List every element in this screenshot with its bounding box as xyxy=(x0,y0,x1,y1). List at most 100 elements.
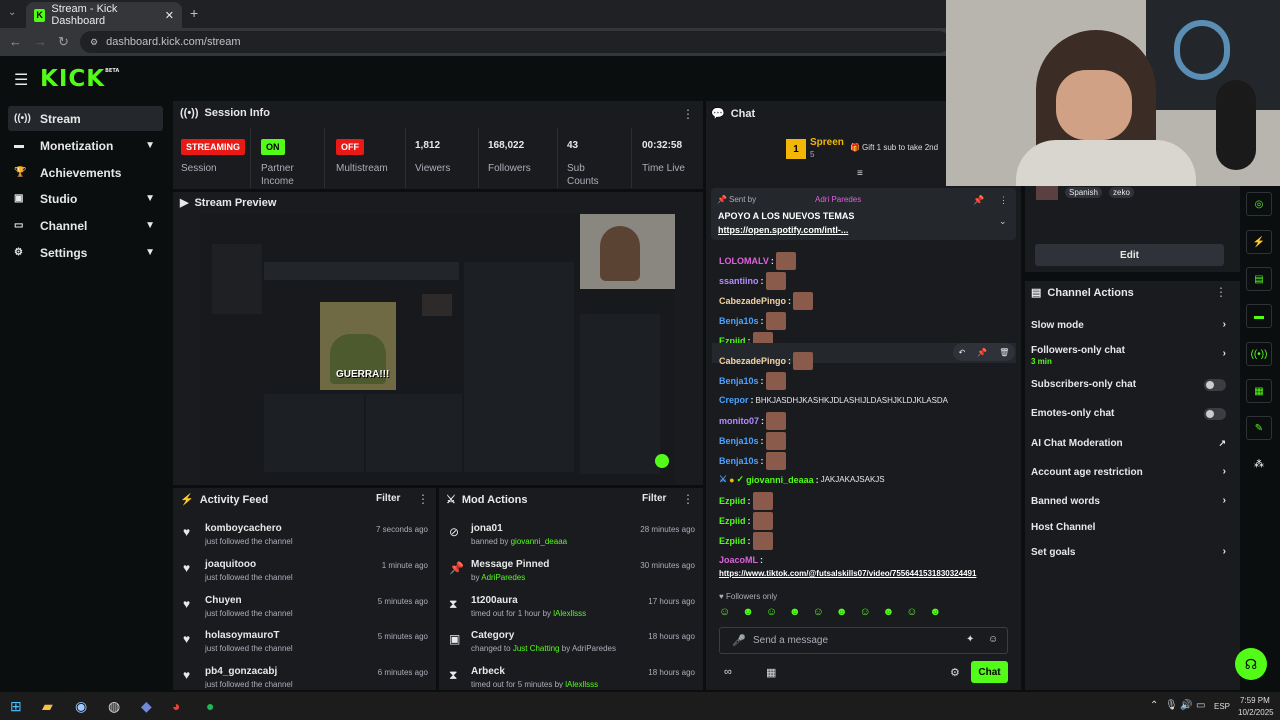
chat-username[interactable]: monito07 xyxy=(719,416,759,426)
rail-focus-icon[interactable]: ◎ xyxy=(1246,192,1272,216)
emote-icon[interactable]: ☻ xyxy=(883,606,895,620)
mod-actor[interactable]: lAlexllsss xyxy=(553,609,586,618)
emote-icon[interactable]: ☺ xyxy=(813,606,824,620)
tray-date[interactable]: 10/2/2025 xyxy=(1238,708,1274,717)
mod-target[interactable]: jona01 xyxy=(471,523,503,534)
chat-username[interactable]: Ezpiid xyxy=(719,516,746,526)
tray-volume-icon[interactable]: 🔊 xyxy=(1180,700,1192,711)
unpin-icon[interactable]: 📌 xyxy=(973,195,984,206)
chat-username[interactable]: JoacoML xyxy=(719,555,758,565)
action-host-channel[interactable]: Host Channel xyxy=(1031,522,1226,536)
channel-actions-more-icon[interactable]: ⋮ xyxy=(1215,285,1227,299)
edit-button[interactable]: Edit xyxy=(1035,244,1224,266)
microphone-icon[interactable]: 🎤 xyxy=(732,634,746,647)
chat-message[interactable]: Ezpiid: xyxy=(719,512,773,530)
pinned-link[interactable]: https://open.spotify.com/intl-... xyxy=(718,225,848,235)
rail-chat-icon[interactable]: ▬ xyxy=(1246,304,1272,328)
activity-more-icon[interactable]: ⋮ xyxy=(417,492,429,506)
chevron-down-icon[interactable]: ⌄ xyxy=(999,216,1007,227)
sidebar-item-stream[interactable]: ((•)) Stream xyxy=(8,106,163,131)
tray-mic-icon[interactable]: 🎙 xyxy=(1165,700,1178,711)
tray-language[interactable]: ESP xyxy=(1214,702,1230,711)
chat-username[interactable]: giovanni_deaaa xyxy=(746,475,814,485)
chat-username[interactable]: Benja10s xyxy=(719,456,759,466)
chat-username[interactable]: ssantiino xyxy=(719,276,759,286)
chat-message[interactable]: Benja10s: xyxy=(719,452,786,470)
support-headset-icon[interactable]: ☊ xyxy=(1235,648,1267,680)
chat-username[interactable]: Benja10s xyxy=(719,316,759,326)
chat-message[interactable]: Ezpiid: xyxy=(719,492,773,510)
emote-icon[interactable]: ☺ xyxy=(766,606,777,620)
chat-message[interactable]: CabezadePingo: xyxy=(719,352,814,370)
stream-preview-video[interactable]: GUERRA!!! xyxy=(200,214,675,484)
tray-network-icon[interactable]: ▭ xyxy=(1196,700,1205,711)
rail-dots-icon[interactable]: ⁂ xyxy=(1254,459,1264,470)
action-emotes-only[interactable]: Emotes-only chat xyxy=(1031,408,1226,422)
sidebar-item-studio[interactable]: ▣ Studio ▼ xyxy=(8,186,163,211)
chat-message[interactable]: Benja10s: xyxy=(719,432,786,450)
chrome-icon[interactable]: ◕ xyxy=(172,698,180,714)
reload-icon[interactable]: ↻ xyxy=(58,34,69,50)
gift-prompt[interactable]: Gift 1 sub to take 2nd xyxy=(862,143,938,152)
windows-start-icon[interactable]: ⊞ xyxy=(10,698,22,715)
store-icon[interactable]: ▦ xyxy=(766,666,776,679)
steam-icon[interactable]: ◉ xyxy=(75,698,87,715)
pinned-more-icon[interactable]: ⋮ xyxy=(999,195,1008,206)
emote-icon[interactable]: ☻ xyxy=(836,606,848,620)
emote-icon[interactable]: ☺ xyxy=(859,606,870,620)
rail-layout-icon[interactable]: ▦ xyxy=(1246,379,1272,403)
chat-message[interactable]: Benja10s: xyxy=(719,312,786,330)
chat-message[interactable]: monito07: xyxy=(719,412,787,430)
delete-icon[interactable]: 🗑 xyxy=(999,348,1009,357)
emote-icon[interactable]: ☺ xyxy=(906,606,917,620)
chat-username[interactable]: Ezpiid xyxy=(719,536,746,546)
pinned-message[interactable]: 📌 Sent by Adri Paredes APOYO A LOS NUEVO… xyxy=(711,188,1016,240)
discord-icon[interactable]: ◆ xyxy=(141,698,152,715)
chat-message[interactable]: LOLOMALV: xyxy=(719,252,796,270)
chat-username[interactable]: Ezpiid xyxy=(719,496,746,506)
sidebar-item-achievements[interactable]: 🏆 Achievements xyxy=(8,160,163,185)
action-ai-moderation[interactable]: AI Chat Moderation ↗ xyxy=(1031,438,1226,452)
activity-filter-button[interactable]: Filter xyxy=(376,493,400,504)
action-followers-only[interactable]: Followers-only chat 3 min › xyxy=(1031,345,1226,367)
mod-target[interactable]: Category xyxy=(471,630,514,641)
action-set-goals[interactable]: Set goals › xyxy=(1031,546,1226,561)
mod-more-icon[interactable]: ⋮ xyxy=(682,492,694,506)
send-chat-button[interactable]: Chat xyxy=(971,661,1008,683)
chat-message[interactable]: CabezadePingo: xyxy=(719,292,814,310)
rail-wrench-icon[interactable]: ✎ xyxy=(1246,416,1272,440)
sidebar-item-monetization[interactable]: ▬ Monetization ▼ xyxy=(8,133,163,158)
chat-settings-icon[interactable]: ⚙ xyxy=(950,666,960,679)
action-slow-mode[interactable]: Slow mode › xyxy=(1031,319,1226,334)
pin-icon[interactable]: 📌 xyxy=(977,348,987,357)
mod-target[interactable]: Arbeck xyxy=(471,666,505,677)
action-subscribers-only[interactable]: Subscribers-only chat xyxy=(1031,379,1226,393)
rail-clipboard-icon[interactable]: ▤ xyxy=(1246,267,1272,291)
chat-username[interactable]: Benja10s xyxy=(719,376,759,386)
tag-chip[interactable]: zeko xyxy=(1109,187,1134,198)
kick-logo[interactable]: KICKBETA xyxy=(40,66,119,92)
collapse-icon[interactable]: ≡ xyxy=(857,168,863,179)
chat-input-box[interactable]: 🎤 Send a message ✦ ☺ xyxy=(719,627,1008,654)
rail-lightning-icon[interactable]: ⚡ xyxy=(1246,230,1272,254)
chat-message[interactable]: Benja10s: xyxy=(719,372,786,390)
menu-icon[interactable]: ☰ xyxy=(14,70,28,90)
top-gifter-name[interactable]: Spreen xyxy=(810,137,844,148)
chat-message[interactable]: ⚔ ● ✓ giovanni_deaaa: JAKJAKAJSAKJS xyxy=(719,474,885,485)
action-account-age[interactable]: Account age restriction › xyxy=(1031,466,1226,481)
forward-icon[interactable]: → xyxy=(34,34,47,49)
emote-icon[interactable]: ☺ xyxy=(719,606,730,620)
chat-message[interactable]: ssantiino: xyxy=(719,272,786,290)
activity-user[interactable]: joaquitooo xyxy=(205,559,256,570)
mod-filter-button[interactable]: Filter xyxy=(642,493,666,504)
spotify-icon[interactable]: ● xyxy=(206,698,214,714)
action-banned-words[interactable]: Banned words › xyxy=(1031,495,1226,510)
activity-user[interactable]: pb4_gonzacabj xyxy=(205,666,277,677)
chat-username[interactable]: CabezadePingo xyxy=(719,356,786,366)
magic-icon[interactable]: ✦ xyxy=(966,634,974,645)
tray-time[interactable]: 7:59 PM xyxy=(1240,696,1270,705)
mod-target[interactable]: 1t200aura xyxy=(471,595,518,606)
activity-user[interactable]: holasoymauroT xyxy=(205,630,279,641)
rail-broadcast-icon[interactable]: ((•)) xyxy=(1246,342,1272,366)
pinned-author[interactable]: Adri Paredes xyxy=(815,195,861,204)
